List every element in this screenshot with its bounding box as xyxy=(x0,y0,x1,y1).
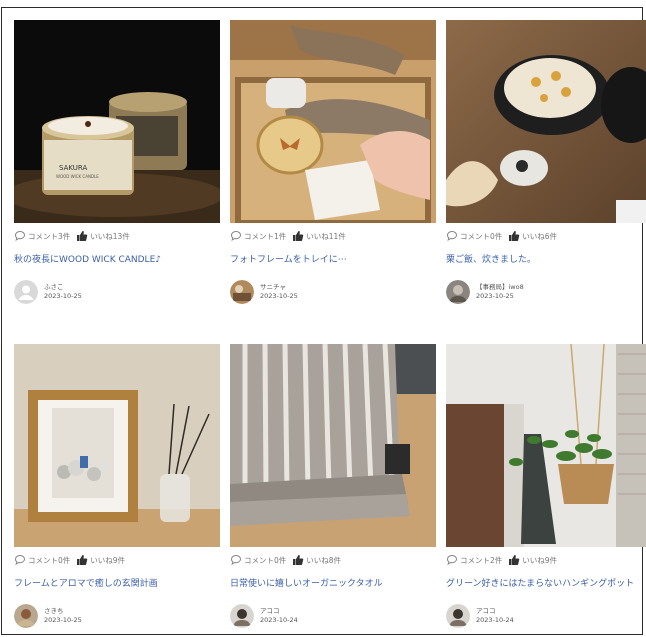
user-avatar[interactable] xyxy=(14,604,38,628)
post-date: 2023-10-25 xyxy=(44,292,82,300)
post-card[interactable]: コメント 2件 いいね 9件 グリーン好きにはたまらないハンギングポット アココ… xyxy=(446,344,646,629)
comment-count: 0件 xyxy=(58,555,71,565)
post-author[interactable]: サニチャ 2023-10-25 xyxy=(230,279,436,305)
comment-count: 1件 xyxy=(274,231,287,241)
comment-count: 0件 xyxy=(274,555,287,565)
post-date: 2023-10-24 xyxy=(260,616,298,624)
post-author[interactable]: ふさこ 2023-10-25 xyxy=(14,279,220,305)
post-date: 2023-10-25 xyxy=(260,292,298,300)
comment-label: コメント xyxy=(244,555,274,565)
like-count: 9件 xyxy=(544,555,558,565)
post-card[interactable]: コメント 0件 いいね 8件 日常使いに嬉しいオーガニックタオル アココ 202… xyxy=(230,344,436,629)
comment-icon[interactable] xyxy=(14,554,26,566)
author-name: アココ xyxy=(476,607,496,615)
author-name: ふさこ xyxy=(44,283,64,291)
user-avatar[interactable] xyxy=(230,604,254,628)
post-photo-tray[interactable] xyxy=(230,20,436,223)
comment-icon[interactable] xyxy=(230,230,242,242)
candle-label-text: SAKURA xyxy=(59,164,87,172)
post-card[interactable]: コメント 1件 いいね 11件 フォトフレームをトレイに⋯ サニチャ 2023-… xyxy=(230,20,436,305)
post-grid-frame: SAKURA WOOD WICK CANDLE コメント 3件 いいね 13件 … xyxy=(1,7,646,635)
post-title[interactable]: 秋の夜長にWOOD WICK CANDLE♪ xyxy=(14,252,220,266)
like-count: 13件 xyxy=(112,231,130,241)
post-title[interactable]: フレームとアロマで癒しの玄関計画 xyxy=(14,576,220,590)
post-date: 2023-10-24 xyxy=(476,616,514,624)
post-photo-candle[interactable]: SAKURA WOOD WICK CANDLE xyxy=(14,20,220,223)
candle-sub-text: WOOD WICK CANDLE xyxy=(56,174,99,179)
comment-count: 0件 xyxy=(490,231,503,241)
comment-label: コメント xyxy=(28,231,58,241)
post-title[interactable]: 栗ご飯、炊きました。 xyxy=(446,252,646,266)
like-count: 11件 xyxy=(328,231,346,241)
author-name: さきち xyxy=(44,607,64,615)
post-meta: コメント 0件 いいね 8件 xyxy=(230,553,436,567)
post-title[interactable]: 日常使いに嬉しいオーガニックタオル xyxy=(230,576,436,590)
thumbs-up-icon[interactable] xyxy=(508,554,520,566)
post-author[interactable]: アココ 2023-10-24 xyxy=(446,603,646,629)
like-label: いいね xyxy=(522,231,545,241)
like-label: いいね xyxy=(522,555,545,565)
post-photo-towel[interactable] xyxy=(230,344,436,547)
thumbs-up-icon[interactable] xyxy=(76,554,88,566)
like-label: いいね xyxy=(306,555,329,565)
author-name: 【事務局】iwo8 xyxy=(476,283,524,291)
user-avatar[interactable] xyxy=(230,280,254,304)
post-meta: コメント 2件 いいね 9件 xyxy=(446,553,646,567)
thumbs-up-icon[interactable] xyxy=(292,554,304,566)
post-meta: コメント 0件 いいね 9件 xyxy=(14,553,220,567)
post-meta: コメント 0件 いいね 6件 xyxy=(446,229,646,243)
post-photo-chestnut-rice[interactable] xyxy=(446,20,646,223)
post-author[interactable]: 【事務局】iwo8 2023-10-25 xyxy=(446,279,646,305)
like-label: いいね xyxy=(306,231,329,241)
like-label: いいね xyxy=(90,555,113,565)
comment-label: コメント xyxy=(460,555,490,565)
comment-label: コメント xyxy=(28,555,58,565)
post-author[interactable]: さきち 2023-10-25 xyxy=(14,603,220,629)
post-meta: コメント 1件 いいね 11件 xyxy=(230,229,436,243)
post-date: 2023-10-25 xyxy=(44,616,82,624)
comment-icon[interactable] xyxy=(446,230,458,242)
post-title[interactable]: フォトフレームをトレイに⋯ xyxy=(230,252,436,266)
default-user-icon[interactable] xyxy=(14,280,38,304)
like-count: 8件 xyxy=(328,555,342,565)
post-author[interactable]: アココ 2023-10-24 xyxy=(230,603,436,629)
post-date: 2023-10-25 xyxy=(476,292,514,300)
post-card[interactable]: SAKURA WOOD WICK CANDLE コメント 3件 いいね 13件 … xyxy=(14,20,220,305)
comment-label: コメント xyxy=(244,231,274,241)
like-count: 9件 xyxy=(112,555,126,565)
user-avatar[interactable] xyxy=(446,604,470,628)
thumbs-up-icon[interactable] xyxy=(76,230,88,242)
post-meta: コメント 3件 いいね 13件 xyxy=(14,229,220,243)
user-avatar[interactable] xyxy=(446,280,470,304)
post-photo-hanging-pot[interactable] xyxy=(446,344,646,547)
comment-icon[interactable] xyxy=(230,554,242,566)
comment-icon[interactable] xyxy=(14,230,26,242)
thumbs-up-icon[interactable] xyxy=(292,230,304,242)
comment-count: 2件 xyxy=(490,555,503,565)
post-card[interactable]: コメント 0件 いいね 6件 栗ご飯、炊きました。 【事務局】iwo8 2023… xyxy=(446,20,646,305)
author-name: アココ xyxy=(260,607,280,615)
post-photo-frame-aroma[interactable] xyxy=(14,344,220,547)
post-card[interactable]: コメント 0件 いいね 9件 フレームとアロマで癒しの玄関計画 さきち 2023… xyxy=(14,344,220,629)
author-name: サニチャ xyxy=(260,283,286,291)
thumbs-up-icon[interactable] xyxy=(508,230,520,242)
comment-count: 3件 xyxy=(58,231,71,241)
post-title[interactable]: グリーン好きにはたまらないハンギングポット xyxy=(446,576,646,590)
like-count: 6件 xyxy=(544,231,558,241)
like-label: いいね xyxy=(90,231,113,241)
comment-label: コメント xyxy=(460,231,490,241)
comment-icon[interactable] xyxy=(446,554,458,566)
